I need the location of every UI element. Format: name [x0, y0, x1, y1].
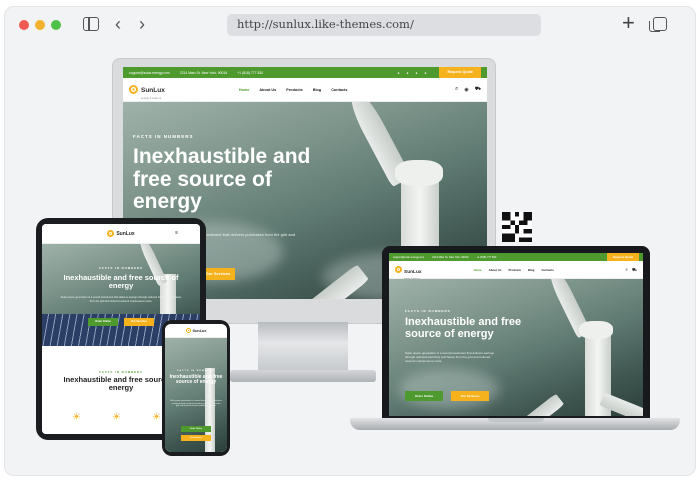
- laptop-website: support@solar-energy.com 2214 Main St. N…: [389, 253, 643, 416]
- site-logo[interactable]: SunLux energy & solar co: [129, 79, 165, 100]
- hero-eyebrow: FACTS IN NUMBERS: [405, 309, 451, 313]
- menu-item-blog[interactable]: Blog: [313, 88, 321, 92]
- topbar-address: 2214 Main St. New York, 90016: [432, 255, 469, 259]
- menu-item-home[interactable]: Home: [239, 88, 250, 92]
- our-services-button[interactable]: Our Services: [124, 318, 154, 326]
- search-icon[interactable]: ⌕: [625, 267, 628, 272]
- sun-logo-icon: [395, 266, 402, 273]
- hero-eyebrow: FACTS IN NUMBERS: [133, 134, 194, 139]
- hero-headline: Inexhaustible and free source of energy: [405, 316, 522, 340]
- menu-item-blog[interactable]: Blog: [528, 268, 534, 272]
- turbine-nacelle: [395, 160, 443, 186]
- brand-name: SunLux: [404, 269, 422, 275]
- qr-code-icon: [502, 212, 532, 242]
- menu-item-products[interactable]: Products: [508, 268, 521, 272]
- hero-lead: Solar power generation is a sound invest…: [60, 296, 182, 303]
- hero-headline: Inexhaustible and free source of energy: [133, 145, 311, 214]
- topbar-phone[interactable]: +1 (818) 777 830: [476, 256, 496, 259]
- topbar-email[interactable]: support@solar-energy.com: [129, 71, 170, 75]
- cloud: [399, 369, 499, 409]
- site-logo[interactable]: SunLux energy & solar co: [395, 260, 422, 280]
- sun-logo-icon: [129, 85, 138, 94]
- laptop-device: support@solar-energy.com 2214 Main St. N…: [382, 246, 650, 420]
- brand-tagline: energy & solar co: [141, 97, 162, 100]
- topbar-address: 2214 Main St. New York, 90016: [179, 70, 228, 75]
- topbar-email[interactable]: support@solar-energy.com: [393, 256, 424, 259]
- sidebar-toggle-icon[interactable]: [83, 17, 99, 31]
- order-online-button[interactable]: Order Online: [181, 426, 211, 432]
- menu-item-about[interactable]: About Us: [489, 268, 502, 272]
- request-quote-button[interactable]: Request Quote: [607, 253, 639, 261]
- menu-item-contacts[interactable]: Contacts: [541, 268, 553, 272]
- our-services-button[interactable]: Our Services: [181, 435, 211, 441]
- hero-headline: Inexhaustible and free source of energy: [169, 374, 223, 386]
- sun-icon: ☀: [72, 412, 81, 423]
- minimize-window-icon[interactable]: [35, 20, 45, 30]
- browser-toolbar: ‹ › http://sunlux.like-themes.com/ +: [5, 7, 695, 45]
- site-header: SunLux: [165, 324, 227, 338]
- menu-item-contacts[interactable]: Contacts: [331, 88, 347, 92]
- menu-item-about[interactable]: About Us: [259, 88, 276, 92]
- site-header: SunLux ≡: [42, 224, 200, 244]
- order-online-button[interactable]: Order Online: [405, 391, 443, 401]
- site-logo[interactable]: SunLux: [185, 328, 207, 333]
- search-icon[interactable]: ⌕: [455, 86, 458, 93]
- monitor-stand: [258, 322, 348, 374]
- site-topbar: support@solar-energy.com 2214 Main St. N…: [389, 253, 643, 261]
- maximize-window-icon[interactable]: [51, 20, 61, 30]
- cart-icon[interactable]: ⛟: [475, 86, 481, 93]
- turbine-blade: [489, 393, 565, 416]
- main-menu: Home About Us Products Blog Contacts: [239, 88, 348, 92]
- chevron-right-icon[interactable]: ›: [139, 14, 145, 34]
- site-header: SunLux energy & solar co Home About Us P…: [123, 78, 487, 102]
- order-online-button[interactable]: Order Online: [88, 318, 118, 326]
- main-menu: Home About Us Products Blog Contacts: [474, 268, 554, 272]
- request-quote-button[interactable]: Request Quote: [439, 67, 481, 78]
- phone-device: SunLux FACTS IN NUMBERS Inexhaustible an…: [162, 320, 230, 456]
- our-services-button[interactable]: Our Services: [451, 391, 489, 401]
- plus-icon[interactable]: +: [622, 12, 635, 34]
- hero-headline: Inexhaustible and free source of energy: [63, 273, 179, 291]
- site-topbar: support@solar-energy.com 2214 Main St. N…: [123, 67, 487, 78]
- site-header: SunLux energy & solar co Home About Us P…: [389, 260, 643, 280]
- brand-name: SunLux: [116, 230, 135, 237]
- sun-icon: ☀: [152, 412, 161, 423]
- topbar-phone[interactable]: +1 (818) 777 830: [237, 71, 263, 75]
- tabs-icon[interactable]: [649, 17, 667, 32]
- brand-name: SunLux: [141, 87, 165, 94]
- phone-website: SunLux FACTS IN NUMBERS Inexhaustible an…: [165, 324, 227, 452]
- site-logo[interactable]: SunLux: [107, 230, 135, 237]
- social-icons[interactable]: ● ● ● ●: [397, 71, 429, 75]
- brand-name: SunLux: [192, 328, 207, 333]
- menu-icon[interactable]: ≡: [175, 230, 178, 236]
- hero-lead: nvestment that delivers purchases from t…: [203, 232, 296, 237]
- hero-lead: Solar power generation is a sound invest…: [170, 400, 222, 408]
- hero-eyebrow: FACTS IN NUMBERS: [99, 266, 143, 270]
- menu-item-products[interactable]: Products: [286, 88, 302, 92]
- chevron-left-icon[interactable]: ‹: [115, 14, 121, 34]
- user-icon[interactable]: ◉: [464, 87, 468, 93]
- turbine-nacelle: [579, 321, 613, 339]
- hero-section: FACTS IN NUMBERS Inexhaustible and free …: [389, 279, 643, 416]
- sun-logo-icon: [107, 230, 115, 237]
- monitor-base: [230, 370, 376, 382]
- address-bar[interactable]: http://sunlux.like-themes.com/: [227, 14, 541, 36]
- hero-lead: Solar power generation is a sound invest…: [405, 351, 494, 364]
- menu-item-home[interactable]: Home: [474, 268, 482, 272]
- laptop-notch: [488, 418, 544, 422]
- close-window-icon[interactable]: [19, 20, 29, 30]
- sun-logo-icon: [185, 328, 191, 333]
- hero-section: FACTS IN NUMBERS Inexhaustible and free …: [165, 338, 227, 452]
- sun-icon: ☀: [112, 412, 121, 423]
- hero-eyebrow: FACTS IN NUMBERS: [177, 370, 215, 372]
- our-services-button[interactable]: Our Services: [201, 268, 235, 280]
- cart-icon[interactable]: ⛟: [632, 267, 637, 273]
